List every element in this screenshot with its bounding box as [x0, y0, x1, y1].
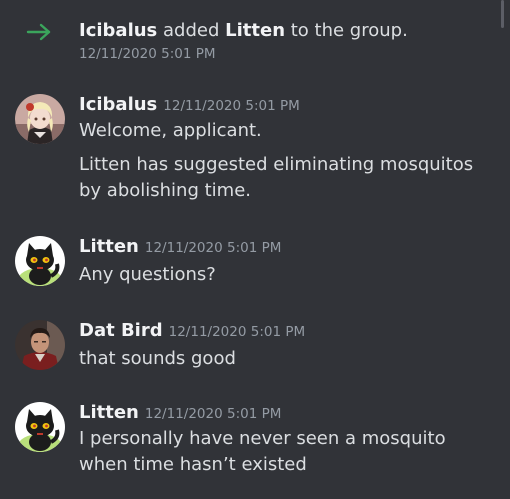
message-content: Any questions? — [79, 262, 494, 288]
system-verb: added — [163, 20, 220, 41]
system-message-text: Icibalus added Litten to the group. — [79, 20, 408, 41]
message-content: that sounds good — [79, 346, 494, 372]
message-timestamp: 12/11/2020 5:01 PM — [144, 406, 282, 422]
black-cat-avatar[interactable] — [15, 402, 65, 452]
system-timestamp: 12/11/2020 5:01 PM — [79, 46, 216, 62]
message-timestamp: 12/11/2020 5:01 PM — [144, 240, 282, 256]
message-header: Litten 12/11/2020 5:01 PM — [79, 402, 281, 423]
system-target[interactable]: Litten — [225, 20, 285, 41]
system-actor[interactable]: Icibalus — [79, 20, 157, 41]
black-cat-avatar[interactable] — [15, 236, 65, 286]
man-portrait-avatar[interactable] — [15, 320, 65, 370]
message-timestamp: 12/11/2020 5:01 PM — [163, 98, 300, 114]
system-suffix: to the group. — [290, 20, 408, 41]
author-name[interactable]: Dat Bird — [79, 320, 163, 341]
system-message: Icibalus added Litten to the group. 12/1… — [0, 18, 510, 68]
message: Litten 12/11/2020 5:01 PM I personally ha… — [0, 402, 510, 482]
message: Dat Bird 12/11/2020 5:01 PM that sounds g… — [0, 320, 510, 376]
arrow-right-icon — [26, 23, 51, 41]
message-text: Any questions? — [79, 264, 216, 285]
chat-message-list[interactable]: Icibalus added Litten to the group. 12/1… — [0, 0, 510, 499]
message-text: I personally have never seen a mosquito … — [79, 428, 446, 475]
message-header: Litten 12/11/2020 5:01 PM — [79, 236, 281, 257]
message-header: Dat Bird 12/11/2020 5:01 PM — [79, 320, 305, 341]
message-text: Welcome, applicant. — [79, 120, 262, 141]
anime-character-avatar[interactable] — [15, 94, 65, 144]
message-header: Icibalus 12/11/2020 5:01 PM — [79, 94, 300, 115]
author-name[interactable]: Litten — [79, 236, 139, 257]
author-name[interactable]: Litten — [79, 402, 139, 423]
message-content: Welcome, applicant. Litten has suggested… — [79, 118, 494, 204]
author-name[interactable]: Icibalus — [79, 94, 157, 115]
message-text: that sounds good — [79, 348, 236, 369]
message-timestamp: 12/11/2020 5:01 PM — [168, 324, 306, 340]
message-content: I personally have never seen a mosquito … — [79, 426, 494, 478]
message: Litten 12/11/2020 5:01 PM Any questions? — [0, 236, 510, 292]
message: Icibalus 12/11/2020 5:01 PM Welcome, appl… — [0, 94, 510, 206]
message-text: Litten has suggested eliminating mosquit… — [79, 154, 474, 201]
